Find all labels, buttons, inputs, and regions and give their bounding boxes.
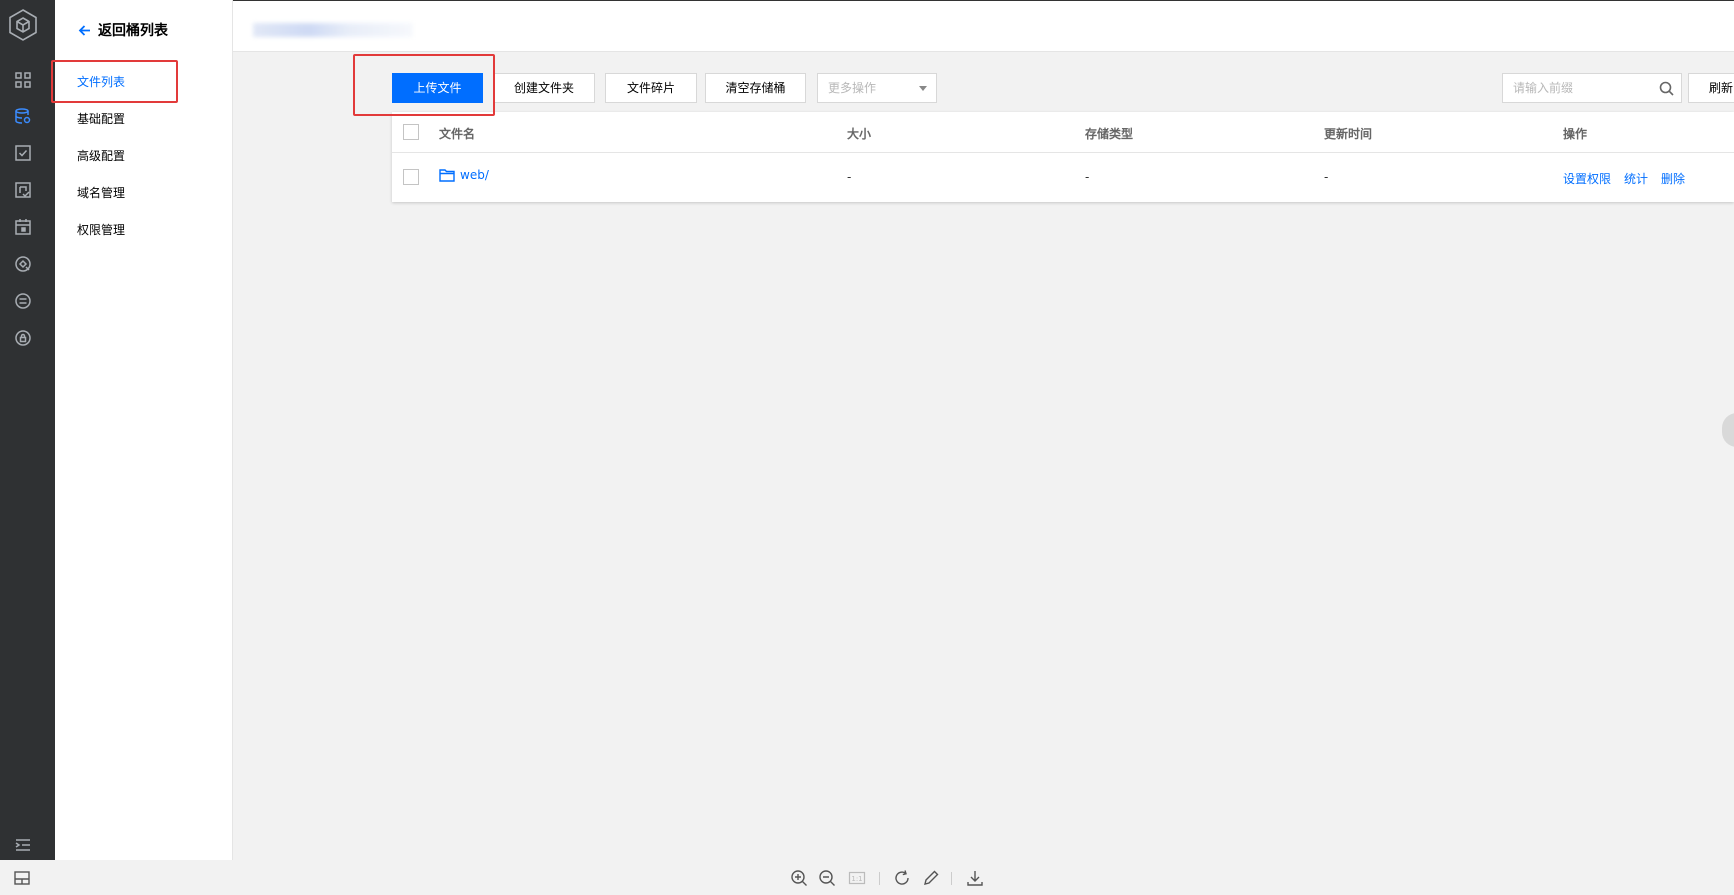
row-checkbox[interactable] bbox=[403, 169, 419, 185]
row-actions: 设置权限 统计 删除 bbox=[1563, 170, 1685, 187]
search-input[interactable] bbox=[1503, 74, 1653, 102]
icon-rail bbox=[0, 0, 55, 860]
top-bar bbox=[233, 0, 1734, 52]
column-header-updated: 更新时间 bbox=[1324, 127, 1373, 141]
cell-storage-class: - bbox=[1085, 170, 1090, 184]
clear-bucket-button[interactable]: 清空存储桶 bbox=[705, 73, 806, 103]
sidebar-item-advanced-config[interactable]: 高级配置 bbox=[77, 147, 125, 164]
arrow-left-icon bbox=[78, 24, 90, 36]
dashboard-icon[interactable] bbox=[14, 71, 32, 89]
image-check-icon[interactable] bbox=[14, 181, 32, 199]
create-folder-button[interactable]: 创建文件夹 bbox=[493, 73, 595, 103]
cell-size: - bbox=[847, 170, 852, 184]
prefix-search-box bbox=[1502, 73, 1682, 103]
cell-updated: - bbox=[1324, 170, 1329, 184]
rotate-icon[interactable] bbox=[893, 869, 911, 887]
layout-icon[interactable] bbox=[13, 869, 31, 887]
file-fragments-button[interactable]: 文件碎片 bbox=[605, 73, 697, 103]
task-check-icon[interactable] bbox=[14, 144, 32, 162]
blurred-bucket-name bbox=[253, 23, 413, 37]
edit-icon[interactable] bbox=[922, 869, 940, 887]
bucket-icon[interactable] bbox=[14, 107, 32, 125]
folder-name[interactable]: web/ bbox=[460, 168, 489, 182]
chevron-down-icon bbox=[919, 86, 927, 91]
toolbar-divider bbox=[951, 872, 952, 885]
column-header-name: 文件名 bbox=[439, 127, 476, 141]
delete-link[interactable]: 删除 bbox=[1661, 170, 1685, 187]
upload-file-button[interactable]: 上传文件 bbox=[392, 73, 483, 103]
table-row: web/ - - - 设置权限 统计 删除 bbox=[392, 153, 1734, 202]
table-header: 文件名 大小 存储类型 更新时间 操作 bbox=[392, 112, 1734, 153]
folder-icon bbox=[439, 169, 455, 182]
sidebar-item-permission-management[interactable]: 权限管理 bbox=[77, 221, 125, 238]
file-table: 文件名 大小 存储类型 更新时间 操作 web/ - - - 设置权限 统计 删… bbox=[392, 112, 1734, 202]
back-to-bucket-list-link[interactable]: 返回桶列表 bbox=[77, 20, 168, 40]
statistics-link[interactable]: 统计 bbox=[1624, 170, 1648, 187]
actual-size-label: 1:1 bbox=[851, 875, 862, 883]
side-navigation: 返回桶列表 文件列表 基础配置 高级配置 域名管理 权限管理 bbox=[55, 0, 233, 860]
actual-size-icon[interactable]: 1:1 bbox=[848, 869, 866, 887]
column-header-size: 大小 bbox=[847, 127, 872, 141]
floating-side-handle[interactable] bbox=[1722, 413, 1734, 447]
lock-circle-icon[interactable] bbox=[14, 329, 32, 347]
sidebar-item-basic-config[interactable]: 基础配置 bbox=[77, 110, 125, 127]
select-all-checkbox[interactable] bbox=[403, 124, 419, 140]
set-permission-link[interactable]: 设置权限 bbox=[1563, 170, 1611, 187]
monitor-icon[interactable] bbox=[14, 255, 32, 273]
folder-link[interactable]: web/ bbox=[439, 168, 489, 182]
more-actions-placeholder: 更多操作 bbox=[828, 81, 877, 95]
cube-logo-icon[interactable] bbox=[8, 8, 38, 42]
download-icon[interactable] bbox=[966, 869, 984, 887]
refresh-button[interactable]: 刷新 bbox=[1688, 73, 1734, 103]
more-actions-select[interactable]: 更多操作 bbox=[817, 73, 937, 103]
column-header-storage-class: 存储类型 bbox=[1085, 127, 1134, 141]
search-icon[interactable] bbox=[1659, 81, 1674, 96]
calendar-icon[interactable] bbox=[14, 218, 32, 236]
viewer-toolbar: 1:1 bbox=[0, 860, 1734, 895]
collapse-menu-icon[interactable] bbox=[14, 836, 32, 854]
zoom-in-icon[interactable] bbox=[790, 869, 808, 887]
zoom-out-icon[interactable] bbox=[818, 869, 836, 887]
column-header-actions: 操作 bbox=[1563, 127, 1588, 141]
menu-circle-icon[interactable] bbox=[14, 292, 32, 310]
toolbar-divider bbox=[879, 872, 880, 885]
sidebar-item-domain-management[interactable]: 域名管理 bbox=[77, 184, 125, 201]
sidebar-item-file-list[interactable]: 文件列表 bbox=[77, 73, 125, 90]
back-label: 返回桶列表 bbox=[98, 23, 168, 39]
